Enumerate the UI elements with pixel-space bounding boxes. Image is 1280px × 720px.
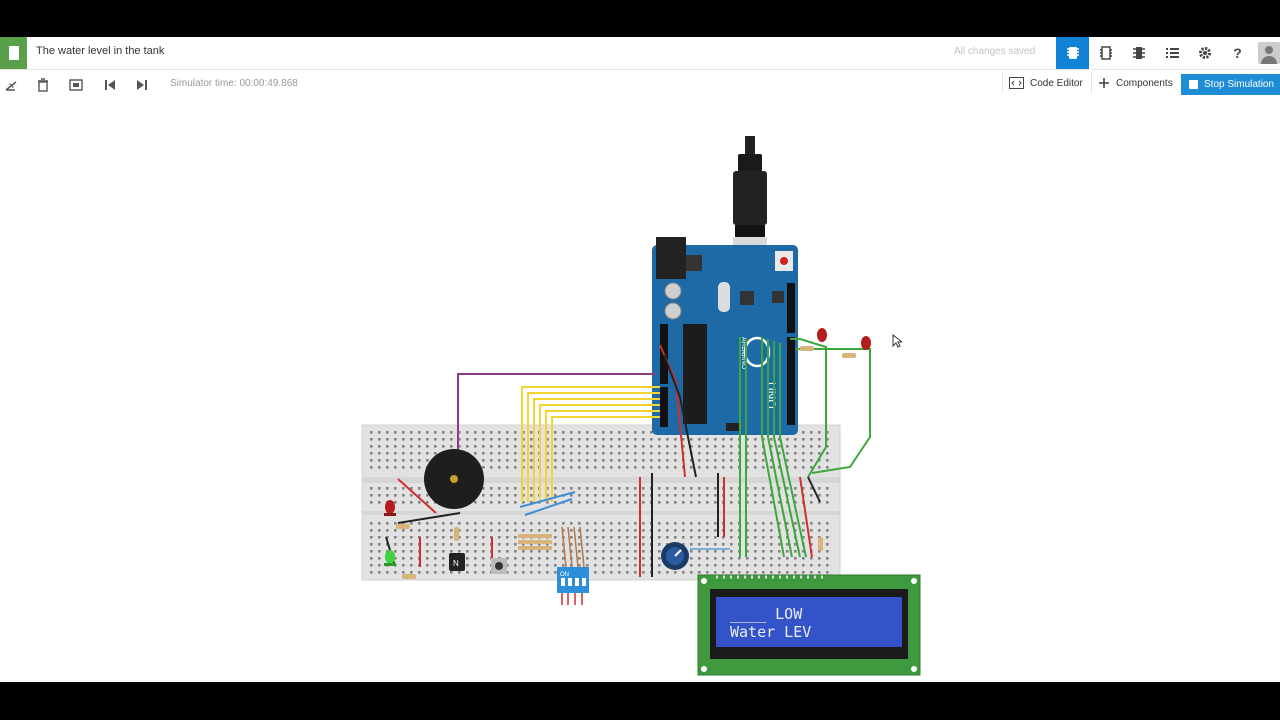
piezo-buzzer[interactable] xyxy=(424,449,484,509)
mouse-cursor-icon xyxy=(892,333,904,353)
code-editor-button[interactable]: Code Editor xyxy=(1002,72,1089,94)
stop-simulation-label: Stop Simulation xyxy=(1204,79,1275,90)
save-status: All changes saved xyxy=(954,46,1036,57)
rotate-icon[interactable] xyxy=(0,70,27,100)
code-editor-icon xyxy=(1009,77,1024,89)
tinkercad-logo[interactable] xyxy=(0,37,27,69)
transistor-label: N xyxy=(453,559,459,568)
zoom-fit-icon[interactable] xyxy=(60,70,92,100)
circuit-view-icon[interactable] xyxy=(1056,37,1089,69)
components-button[interactable]: Components xyxy=(1091,72,1179,94)
components-label: Components xyxy=(1116,77,1173,89)
code-editor-label: Code Editor xyxy=(1030,77,1083,89)
stop-simulation-button[interactable]: Stop Simulation xyxy=(1181,74,1280,95)
circuit-canvas[interactable]: UNO ARDUINO N ON ____ LOW Water LEV xyxy=(0,102,1280,682)
user-avatar[interactable] xyxy=(1258,42,1280,64)
title-bar: The water level in the tank All changes … xyxy=(0,37,1280,70)
lcd-display[interactable]: ____ LOW Water LEV xyxy=(697,574,921,676)
delete-icon[interactable] xyxy=(27,70,59,100)
simulator-time: Simulator time: 00:00:49.868 xyxy=(170,78,298,89)
component-list-icon[interactable] xyxy=(1122,37,1155,69)
stop-icon xyxy=(1189,80,1198,89)
project-title[interactable]: The water level in the tank xyxy=(36,45,164,57)
step-forward-icon[interactable] xyxy=(126,70,158,100)
led-output-1[interactable] xyxy=(817,328,827,342)
lcd-line-1: ____ LOW xyxy=(730,605,803,623)
settings-icon[interactable] xyxy=(1188,37,1221,69)
npn-transistor[interactable]: N xyxy=(449,553,465,571)
step-back-icon[interactable] xyxy=(94,70,126,100)
arduino-uno-board[interactable]: UNO ARDUINO xyxy=(652,237,798,435)
simulation-toolbar: Simulator time: 00:00:49.868 Code Editor… xyxy=(0,70,1280,100)
dip-switch-label: ON xyxy=(560,572,569,578)
pushbutton[interactable] xyxy=(491,558,507,574)
board-label: UNO xyxy=(764,382,778,409)
plus-icon xyxy=(1099,78,1109,88)
led-output-2[interactable] xyxy=(861,336,871,350)
help-icon[interactable]: ? xyxy=(1221,37,1254,69)
schematic-view-icon[interactable] xyxy=(1089,37,1122,69)
tinkercad-app: The water level in the tank All changes … xyxy=(0,37,1280,682)
lcd-line-2: Water LEV xyxy=(730,623,811,641)
list-view-icon[interactable] xyxy=(1155,37,1188,69)
